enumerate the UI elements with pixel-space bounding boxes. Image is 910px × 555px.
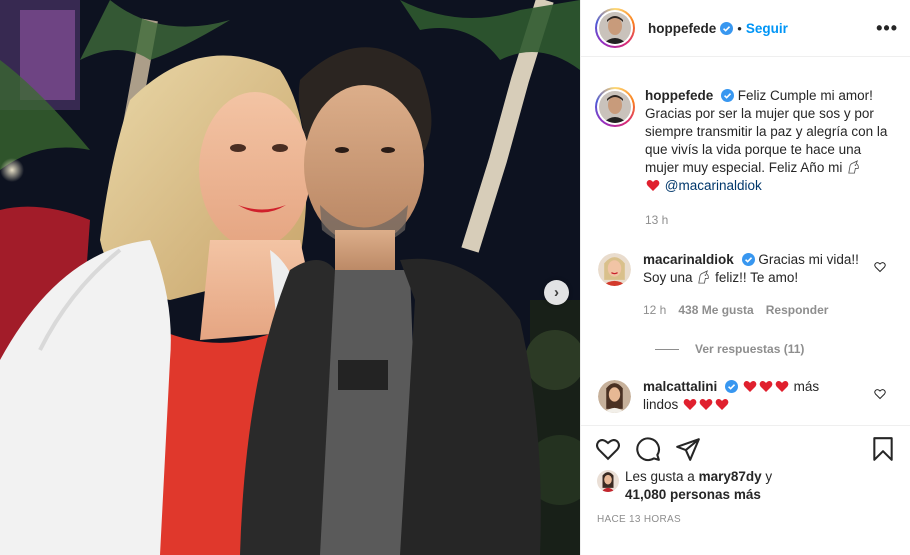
bookmark-icon bbox=[873, 437, 893, 461]
likes-summary: Les gusta a mary87dy y 41,080 personas m… bbox=[597, 468, 896, 504]
red-heart-emoji-icon bbox=[775, 381, 789, 392]
replies-divider-line bbox=[655, 348, 679, 350]
comment-text-start: más bbox=[793, 379, 820, 394]
verified-badge-icon bbox=[721, 89, 735, 102]
heart-icon bbox=[596, 439, 620, 461]
commenter-avatar[interactable] bbox=[598, 253, 631, 286]
commenter-avatar-image bbox=[598, 253, 631, 286]
more-options-icon[interactable]: ••• bbox=[876, 18, 898, 39]
red-heart-emoji-icon bbox=[699, 399, 713, 410]
post-action-bar bbox=[581, 425, 910, 471]
save-button[interactable] bbox=[870, 436, 898, 464]
liker-avatar[interactable] bbox=[597, 470, 619, 492]
post-header: hoppefede • Seguir ••• bbox=[581, 0, 910, 57]
author-username[interactable]: hoppefede bbox=[648, 21, 716, 36]
comment-bubble-icon bbox=[636, 437, 660, 462]
commenter-avatar-image bbox=[598, 380, 631, 413]
couple-photo-image bbox=[0, 0, 580, 555]
author-avatar[interactable] bbox=[595, 8, 635, 48]
verified-badge-icon bbox=[725, 380, 739, 393]
post-photo[interactable]: › bbox=[0, 0, 580, 555]
comments-section[interactable]: hoppefede Feliz Cumple mi amor! Gracias … bbox=[581, 57, 910, 425]
commenter-username[interactable]: malcattalini bbox=[643, 379, 717, 394]
liker-avatar-image bbox=[597, 470, 619, 492]
reply-button[interactable]: Responder bbox=[766, 301, 829, 319]
red-heart-emoji-icon bbox=[683, 399, 697, 410]
red-heart-emoji-icon bbox=[715, 399, 729, 410]
red-heart-emoji-icon bbox=[646, 180, 660, 191]
verified-badge-icon bbox=[720, 21, 734, 35]
comment-text-end: lindos bbox=[643, 397, 679, 412]
red-heart-emoji-icon bbox=[759, 381, 773, 392]
red-heart-emoji-icon bbox=[743, 381, 757, 392]
unicorn-emoji-icon bbox=[698, 270, 710, 284]
likes-joiner: y bbox=[765, 469, 773, 484]
author-avatar-image bbox=[599, 12, 631, 44]
carousel-next-button[interactable]: › bbox=[544, 280, 569, 305]
comment-item: malcattalini más lindos bbox=[595, 378, 894, 414]
view-replies-label: Ver respuestas (11) bbox=[695, 342, 805, 356]
paper-plane-icon bbox=[676, 438, 700, 461]
comment-age[interactable]: 12 h bbox=[643, 301, 666, 319]
post-timestamp[interactable]: HACE 13 HORAS bbox=[597, 514, 681, 525]
like-comment-heart-icon[interactable] bbox=[874, 388, 886, 400]
view-replies-button[interactable]: Ver respuestas (11) bbox=[655, 342, 894, 356]
comment-button[interactable] bbox=[635, 436, 663, 464]
comment-text-end: feliz!! Te amo! bbox=[715, 270, 799, 285]
commenter-username[interactable]: macarinaldiok bbox=[643, 252, 734, 267]
unicorn-emoji-icon bbox=[848, 160, 859, 174]
comment-item: macarinaldiok Gracias mi vida!! Soy una … bbox=[595, 251, 894, 319]
likes-prefix: Les gusta a bbox=[625, 469, 695, 484]
caption-author-avatar[interactable] bbox=[595, 87, 635, 127]
caption: hoppefede Feliz Cumple mi amor! Gracias … bbox=[595, 87, 894, 229]
post-side-panel: hoppefede • Seguir ••• hoppefede Feliz C… bbox=[580, 0, 910, 555]
liker-username[interactable]: mary87dy bbox=[699, 469, 762, 484]
caption-avatar-image bbox=[599, 91, 631, 123]
header-dot-separator: • bbox=[737, 20, 742, 36]
like-comment-heart-icon[interactable] bbox=[874, 261, 886, 273]
verified-badge-icon bbox=[741, 253, 755, 266]
like-button[interactable] bbox=[595, 436, 623, 464]
commenter-avatar[interactable] bbox=[598, 380, 631, 413]
likes-count[interactable]: 41,080 personas más bbox=[625, 487, 761, 502]
caption-age[interactable]: 13 h bbox=[645, 211, 668, 229]
share-button[interactable] bbox=[675, 436, 703, 464]
comment-likes-count[interactable]: 438 Me gusta bbox=[678, 301, 753, 319]
caption-mention-link[interactable]: @macarinaldiok bbox=[665, 178, 762, 193]
follow-button[interactable]: Seguir bbox=[746, 21, 788, 36]
caption-username[interactable]: hoppefede bbox=[645, 88, 713, 103]
